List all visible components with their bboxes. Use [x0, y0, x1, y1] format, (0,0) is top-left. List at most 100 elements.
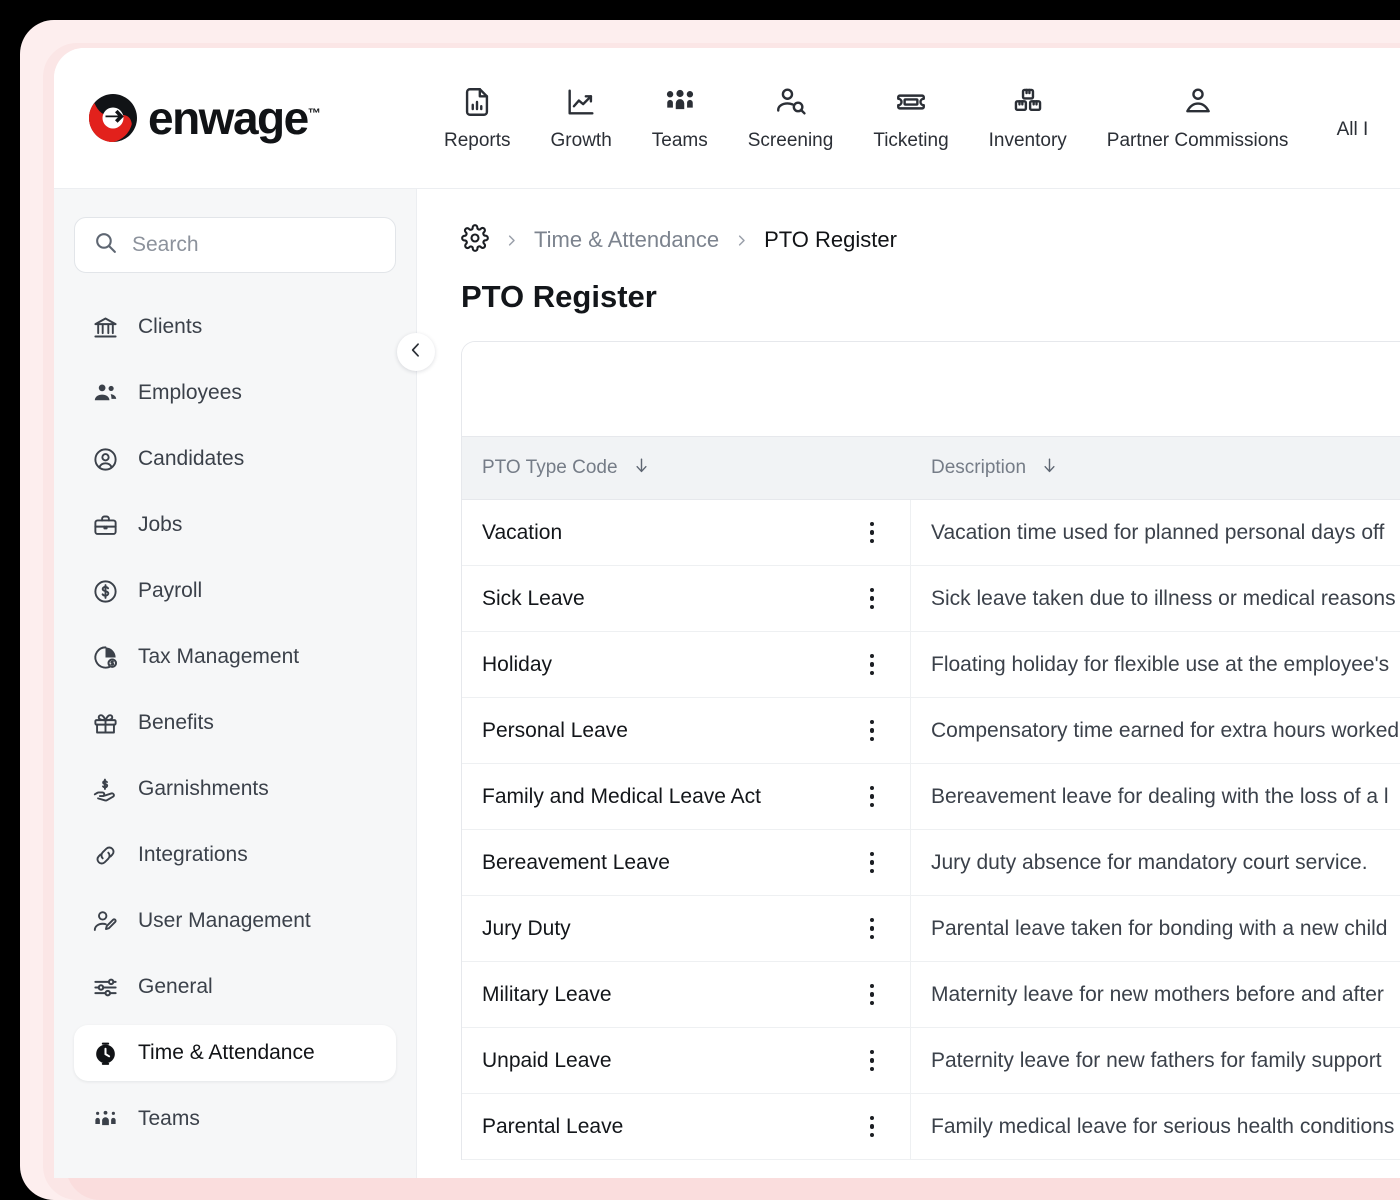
sidebar-collapse-button[interactable] [397, 333, 435, 371]
pto-type-code-text: Family and Medical Leave Act [482, 785, 761, 809]
sidebar-item-candidates[interactable]: Candidates [74, 431, 396, 487]
sidebar-search[interactable] [74, 217, 396, 273]
breadcrumb-item-time-attendance[interactable]: Time & Attendance [534, 227, 719, 253]
topnav-label: Growth [551, 130, 612, 152]
kebab-menu-icon[interactable] [862, 714, 883, 748]
topnav-item-inventory[interactable]: Inventory [969, 85, 1087, 152]
kebab-menu-icon[interactable] [862, 582, 883, 616]
pto-type-code-text: Bereavement Leave [482, 851, 670, 875]
sidebar-item-label: Tax Management [138, 645, 299, 669]
gear-icon[interactable] [461, 224, 489, 257]
topnav-label: Inventory [989, 130, 1067, 152]
kebab-menu-icon[interactable] [862, 1110, 883, 1144]
table-row[interactable]: Family and Medical Leave Act Bereavement … [462, 764, 1400, 830]
sidebar-item-jobs[interactable]: Jobs [74, 497, 396, 553]
sidebar-item-garnishments[interactable]: Garnishments [74, 761, 396, 817]
column-header-pto-type-code[interactable]: PTO Type Code [462, 437, 911, 499]
sidebar-item-label: Payroll [138, 579, 202, 603]
table-row[interactable]: Personal Leave Compensatory time earned f… [462, 698, 1400, 764]
breadcrumb-separator [504, 233, 519, 248]
sidebar-item-payroll[interactable]: Payroll [74, 563, 396, 619]
sidebar-item-label: Teams [138, 1107, 200, 1131]
sidebar-item-label: Time & Attendance [138, 1041, 315, 1065]
sidebar-item-employees[interactable]: Employees [74, 365, 396, 421]
sidebar-item-user-management[interactable]: User Management [74, 893, 396, 949]
sidebar-item-label: Employees [138, 381, 242, 405]
sidebar-item-tax-management[interactable]: Tax Management [74, 629, 396, 685]
kebab-menu-icon[interactable] [862, 912, 883, 946]
cell-pto-type-code: Bereavement Leave [462, 830, 911, 895]
table-row[interactable]: Military LeaveMaternity leave for new mo… [462, 962, 1400, 1028]
dollar-circle-icon [90, 576, 120, 606]
sidebar-item-time-and-attendance[interactable]: Time & Attendance [74, 1025, 396, 1081]
sidebar-item-label: Candidates [138, 447, 244, 471]
hand-dollar-icon [90, 774, 120, 804]
pto-register-table-card: PTO Type Code Description VacationVacati… [461, 341, 1400, 1160]
table-row[interactable]: HolidayFloating holiday for flexible use… [462, 632, 1400, 698]
table-header-row: PTO Type Code Description [462, 436, 1400, 500]
user-card-icon [1181, 85, 1215, 119]
table-toolbar [462, 342, 1400, 436]
cell-pto-type-code: Family and Medical Leave Act [462, 764, 911, 829]
table-row[interactable]: Bereavement Leave Jury duty absence for m… [462, 830, 1400, 896]
column-header-description[interactable]: Description [911, 437, 1400, 499]
topnav-label: Partner Commissions [1107, 130, 1289, 152]
sidebar: Clients Employees Candidates Jobs [54, 189, 417, 1178]
brand-wordmark: enwage™ [148, 95, 321, 141]
kebab-menu-icon[interactable] [862, 1044, 883, 1078]
table-row[interactable]: Parental LeaveFamily medical leave for s… [462, 1094, 1400, 1160]
table-row[interactable]: Jury DutyParental leave taken for bondin… [462, 896, 1400, 962]
sidebar-item-general[interactable]: General [74, 959, 396, 1015]
cell-pto-type-code: Military Leave [462, 962, 911, 1027]
topnav-item-partner-commissions[interactable]: Partner Commissions [1087, 85, 1309, 152]
page-title: PTO Register [461, 279, 1400, 315]
sidebar-item-benefits[interactable]: Benefits [74, 695, 396, 751]
table-row[interactable]: VacationVacation time used for planned p… [462, 500, 1400, 566]
table-row[interactable]: Unpaid LeavePaternity leave for new fath… [462, 1028, 1400, 1094]
kebab-menu-icon[interactable] [862, 648, 883, 682]
topnav-item-growth[interactable]: Growth [531, 85, 632, 152]
app-window: enwage™ Reports Growth [54, 48, 1400, 1178]
topnav-item-screening[interactable]: Screening [728, 85, 854, 152]
breadcrumb: Time & Attendance PTO Register [461, 223, 1400, 257]
trademark-symbol: ™ [308, 106, 321, 121]
cell-description: Bereavement leave for dealing with the l… [911, 764, 1400, 829]
kebab-menu-icon[interactable] [862, 978, 883, 1012]
cell-description: Compensatory time earned for extra hours… [911, 698, 1400, 763]
chevron-left-icon [406, 340, 426, 365]
search-icon [93, 230, 118, 260]
kebab-menu-icon[interactable] [862, 516, 883, 550]
topnav-label: All I [1337, 119, 1369, 141]
pto-type-code-text: Jury Duty [482, 917, 571, 941]
sidebar-item-integrations[interactable]: Integrations [74, 827, 396, 883]
kebab-menu-icon[interactable] [862, 780, 883, 814]
people-icon [90, 378, 120, 408]
topnav-item-reports[interactable]: Reports [424, 85, 531, 152]
sidebar-item-label: Clients [138, 315, 202, 339]
cell-pto-type-code: Sick Leave [462, 566, 911, 631]
sort-desc-icon[interactable] [1040, 456, 1059, 481]
clock-icon [90, 1038, 120, 1068]
top-nav-items: Reports Growth Teams [424, 85, 1396, 152]
topnav-item-all[interactable]: All I [1308, 85, 1396, 141]
cell-description: Jury duty absence for mandatory court se… [911, 830, 1400, 895]
user-edit-icon [90, 906, 120, 936]
cell-pto-type-code: Vacation [462, 500, 911, 565]
sort-desc-icon[interactable] [632, 456, 651, 481]
pto-type-code-text: Personal Leave [482, 719, 628, 743]
kebab-menu-icon[interactable] [862, 846, 883, 880]
column-header-label: Description [931, 457, 1026, 479]
breadcrumb-item-pto-register[interactable]: PTO Register [764, 227, 897, 253]
brand-logo[interactable]: enwage™ [86, 91, 406, 145]
table-row[interactable]: Sick LeaveSick leave taken due to illnes… [462, 566, 1400, 632]
cell-pto-type-code: Parental Leave [462, 1094, 911, 1159]
sliders-icon [90, 972, 120, 1002]
sidebar-item-teams[interactable]: Teams [74, 1091, 396, 1147]
topnav-item-teams[interactable]: Teams [632, 85, 728, 152]
sidebar-item-clients[interactable]: Clients [74, 299, 396, 355]
topnav-item-ticketing[interactable]: Ticketing [853, 85, 968, 152]
ticket-icon [894, 85, 928, 119]
report-document-icon [460, 85, 494, 119]
search-input[interactable] [132, 233, 377, 257]
pto-type-code-text: Parental Leave [482, 1115, 623, 1139]
